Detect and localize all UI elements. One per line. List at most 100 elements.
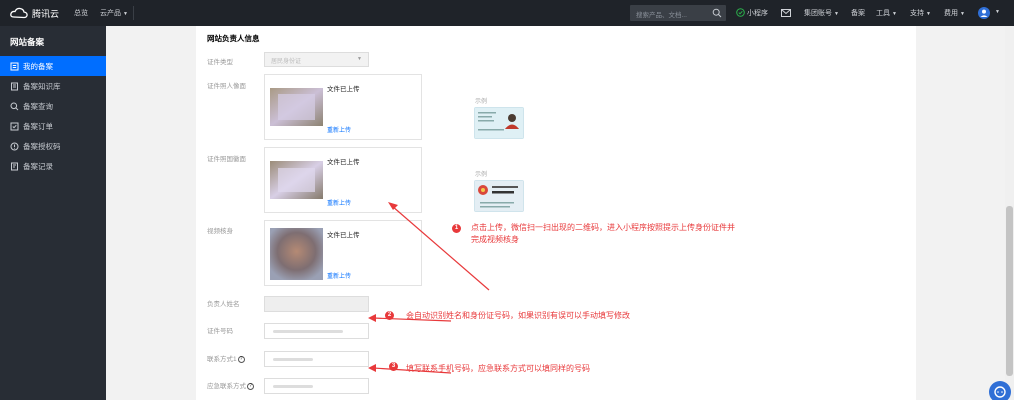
blurred-value (273, 330, 343, 333)
sidebar-item-label: 备案知识库 (23, 81, 61, 91)
search-icon (10, 102, 19, 110)
nav-tools-label: 工具 (876, 10, 890, 17)
phone-label-text: 联系方式1 (207, 356, 237, 363)
id-front-label: 证件照人像面 (207, 83, 246, 90)
sidebar-item-label: 我的备案 (23, 61, 53, 71)
video-label: 视频核身 (207, 228, 233, 235)
annotation-text-1-line2: 完成视频核身 (471, 235, 519, 244)
nav-support[interactable]: 支持 ▼ (910, 8, 931, 18)
phone-label: 联系方式1? (207, 353, 245, 363)
main-content: 网站负责人信息 证件类型 居民身份证 ▼ 证件照人像面 文件已上传 重新上传 证… (106, 26, 1014, 400)
key-icon (10, 142, 19, 150)
annotation-text-1: 点击上传，微信扫一扫出现的二维码，进入小程序按照提示上传身份证件并 完成视频核身 (471, 222, 735, 246)
sidebar-item-label: 备案订单 (23, 121, 53, 131)
emergency-field[interactable] (264, 378, 369, 394)
caret-down-icon: ▼ (960, 11, 965, 17)
blurred-value (273, 358, 313, 361)
chat-icon (994, 386, 1006, 398)
scrollbar-thumb[interactable] (1006, 206, 1013, 376)
id-front-thumbnail (270, 88, 323, 126)
help-icon[interactable]: ? (237, 355, 245, 363)
mini-program-icon (736, 8, 745, 17)
sidebar-item-auth-code[interactable]: 备案授权码 (0, 136, 106, 156)
brand-logo[interactable]: 腾讯云 (10, 5, 59, 21)
nav-billing[interactable]: 费用 ▼ (944, 8, 965, 18)
upload-status: 文件已上传 (327, 232, 360, 239)
nav-beian[interactable]: 备案 (851, 8, 865, 18)
id-back-thumbnail (270, 161, 323, 199)
id-number-field[interactable] (264, 323, 369, 339)
id-back-label: 证件照国徽面 (207, 156, 246, 163)
annotation-text-2: 会自动识别姓名和身份证号码，如果识别有误可以手动填写修改 (406, 311, 630, 320)
sidebar-item-records[interactable]: 备案记录 (0, 156, 106, 176)
sidebar-item-label: 备案查询 (23, 101, 53, 111)
upload-status: 文件已上传 (327, 86, 360, 93)
chevron-down-icon: ▼ (357, 56, 362, 62)
id-number-label: 证件号码 (207, 328, 233, 335)
caret-down-icon: ▼ (926, 11, 931, 17)
phone-field[interactable] (264, 351, 369, 367)
sidebar-item-label: 备案记录 (23, 161, 53, 171)
reupload-link[interactable]: 重新上传 (327, 125, 351, 134)
brand-name: 腾讯云 (32, 8, 60, 19)
caret-down-icon: ▼ (892, 11, 897, 17)
user-avatar-icon[interactable] (978, 7, 990, 19)
sidebar-item-query[interactable]: 备案查询 (0, 96, 106, 116)
upload-status: 文件已上传 (327, 159, 360, 166)
video-thumbnail (270, 228, 323, 280)
nav-mini-program-label: 小程序 (746, 10, 768, 17)
cloud-logo-icon (10, 7, 28, 19)
section-title: 网站负责人信息 (207, 34, 260, 43)
id-back-upload[interactable]: 文件已上传 重新上传 (264, 147, 422, 213)
sidebar-item-label: 备案授权码 (23, 141, 61, 151)
video-upload[interactable]: 文件已上传 重新上传 (264, 220, 422, 286)
nav-tools[interactable]: 工具 ▼ (876, 8, 897, 18)
example-label: 示例 (475, 172, 488, 178)
sidebar-title: 网站备案 (10, 37, 45, 47)
caret-down-icon: ▼ (123, 11, 128, 17)
doc-icon (10, 62, 19, 70)
book-icon (11, 82, 18, 90)
nav-products-label: 云产品 (100, 10, 121, 17)
example-label: 示例 (475, 99, 488, 105)
reupload-link[interactable]: 重新上传 (327, 271, 351, 280)
nav-products[interactable]: 云产品 ▼ (100, 8, 128, 18)
mail-icon[interactable] (781, 9, 791, 17)
id-type-label: 证件类型 (207, 59, 233, 66)
search-input[interactable]: 搜索产品、文档... (636, 9, 687, 19)
annotation-badge-3: 3 (389, 362, 398, 371)
id-type-select[interactable]: 居民身份证 ▼ (264, 52, 369, 67)
search-icon[interactable] (712, 8, 722, 18)
reupload-link[interactable]: 重新上传 (327, 198, 351, 207)
nav-group-account-label: 集团账号 (804, 10, 832, 17)
id-back-sample-image (474, 180, 524, 212)
id-front-upload[interactable]: 文件已上传 重新上传 (264, 74, 422, 140)
sidebar-item-my-beian[interactable]: 我的备案 (0, 56, 106, 76)
annotation-badge-2: 2 (385, 311, 394, 320)
sidebar-item-orders[interactable]: 备案订单 (0, 116, 106, 136)
name-field[interactable] (264, 296, 369, 312)
nav-billing-label: 费用 (944, 10, 958, 17)
help-icon[interactable]: ? (247, 382, 254, 390)
annotation-text-1-line1: 点击上传，微信扫一扫出现的二维码，进入小程序按照提示上传身份证件并 (471, 223, 735, 232)
nav-overview[interactable]: 总览 (74, 8, 88, 18)
name-label: 负责人姓名 (207, 301, 240, 308)
annotation-text-3: 填写联系手机号码，应急联系方式可以填同样的号码 (406, 364, 590, 373)
sidebar-item-knowledge[interactable]: 备案知识库 (0, 76, 106, 96)
caret-down-icon: ▼ (834, 11, 839, 17)
nav-mini-program[interactable]: 小程序 (736, 8, 768, 18)
id-front-sample-image (474, 107, 524, 139)
blurred-value (273, 385, 313, 388)
top-nav-bar: 腾讯云 总览 云产品 ▼ 搜索产品、文档... 小程序 集团账号 ▼ 备案 工具 ▼ … (0, 0, 1014, 26)
chat-support-button[interactable] (989, 381, 1011, 400)
nav-divider (133, 6, 134, 20)
nav-group-account[interactable]: 集团账号 ▼ (804, 8, 839, 18)
sidebar: 网站备案 我的备案 备案知识库 备案查询 备案订单 备案授权码 备案记录 (0, 26, 106, 400)
caret-down-icon[interactable]: ▼ (993, 8, 1000, 15)
order-icon (10, 122, 19, 130)
annotation-badge-1: 1 (452, 224, 461, 233)
emergency-label-text: 应急联系方式 (207, 383, 246, 390)
global-search[interactable]: 搜索产品、文档... (630, 5, 726, 21)
id-type-value: 居民身份证 (271, 59, 302, 65)
nav-support-label: 支持 (910, 10, 924, 17)
